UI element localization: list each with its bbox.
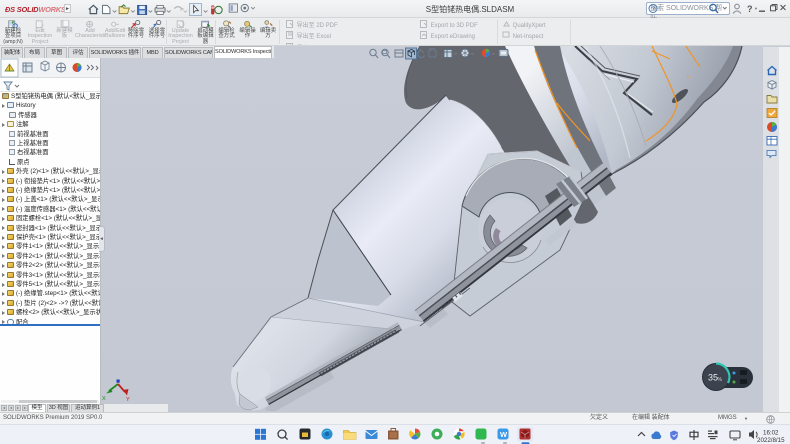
svg-text:%: % [718, 377, 723, 383]
svg-text:X: X [102, 396, 106, 402]
svg-text:W: W [500, 430, 508, 439]
svg-text:?: ? [651, 6, 655, 13]
svg-text:2022/8/15: 2022/8/15 [757, 437, 785, 444]
svg-text:?: ? [747, 4, 753, 14]
svg-text:▼: ▼ [754, 6, 758, 11]
svg-text:16:02: 16:02 [763, 430, 779, 437]
svg-text:35: 35 [708, 373, 718, 383]
svg-text:Y: Y [126, 397, 130, 403]
